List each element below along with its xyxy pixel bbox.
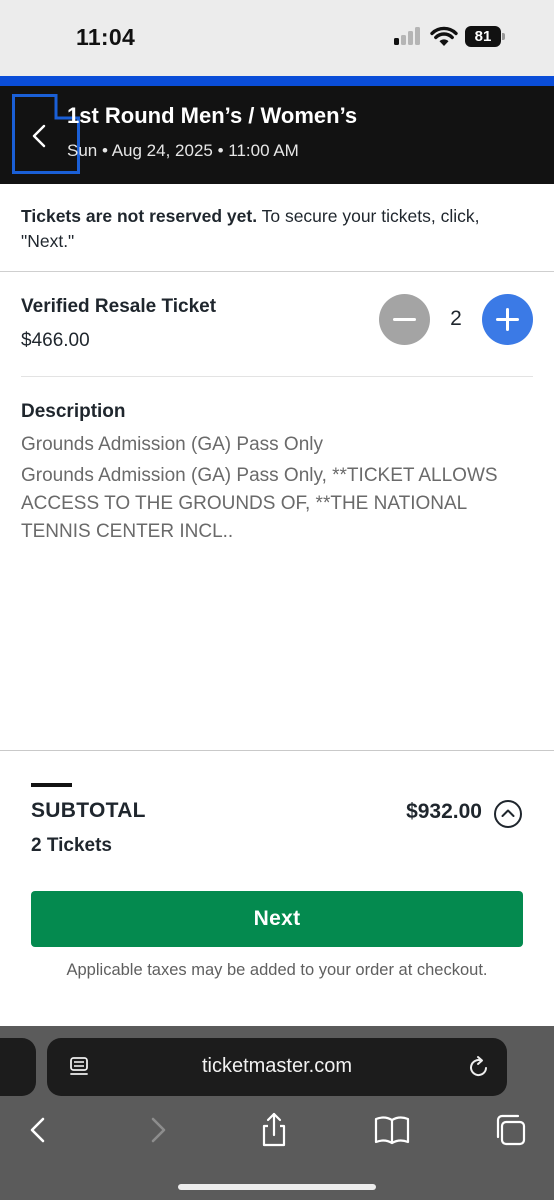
divider: [0, 271, 554, 272]
battery-level: 81: [465, 26, 501, 47]
ticket-price: $466.00: [21, 330, 90, 351]
reload-icon[interactable]: [467, 1054, 491, 1080]
forward-arrow-icon[interactable]: [138, 1110, 178, 1150]
chevron-up-circle-icon: [501, 809, 515, 817]
wifi-icon: [430, 26, 458, 46]
event-date: Sun • Aug 24, 2025 • 11:00 AM: [67, 141, 299, 160]
browser-nav-row: [0, 1110, 554, 1150]
description-heading: Description: [21, 401, 126, 422]
ticket-name: Verified Resale Ticket: [21, 296, 217, 317]
status-bar: 11:04 81: [0, 0, 554, 76]
tax-note: Applicable taxes may be added to your or…: [66, 961, 488, 979]
next-button[interactable]: Next: [31, 891, 523, 947]
cellular-signal-icon: [394, 27, 422, 45]
description-detail: Grounds Admission (GA) Pass Only, **TICK…: [21, 465, 498, 542]
ticket-count: 2 Tickets: [31, 835, 112, 856]
decrease-quantity-button[interactable]: [379, 294, 430, 345]
expand-subtotal-button[interactable]: [494, 800, 522, 828]
bookmarks-icon[interactable]: [372, 1110, 412, 1150]
quantity-value: 2: [450, 307, 462, 330]
battery-icon: 81: [465, 26, 505, 47]
increase-quantity-button[interactable]: [482, 294, 533, 345]
previous-tab[interactable]: [0, 1038, 36, 1096]
event-header: 1st Round Men’s / Women’s Sun • Aug 24, …: [0, 86, 554, 184]
description-line: Grounds Admission (GA) Pass Only: [21, 434, 323, 455]
address-bar[interactable]: ticketmaster.com: [47, 1038, 507, 1096]
subtotal-amount: $932.00: [406, 800, 482, 823]
footer-divider: [0, 750, 554, 751]
drag-handle[interactable]: [31, 783, 72, 787]
event-title: 1st Round Men’s / Women’s: [67, 103, 358, 128]
share-icon[interactable]: [254, 1110, 294, 1150]
home-indicator: [178, 1184, 376, 1190]
reservation-notice: Tickets are not reserved yet. To secure …: [21, 204, 533, 254]
subtotal-label: SUBTOTAL: [31, 799, 146, 822]
notice-bold-text: Tickets are not reserved yet.: [21, 206, 258, 226]
status-time: 11:04: [76, 24, 136, 50]
url-text: ticketmaster.com: [201, 1055, 353, 1077]
divider: [21, 376, 533, 377]
browser-toolbar: ticketmaster.com: [0, 1026, 554, 1200]
back-arrow-icon[interactable]: [18, 1110, 58, 1150]
brand-strip: [0, 76, 554, 86]
tabs-icon[interactable]: [490, 1110, 530, 1150]
chevron-left-icon: [32, 124, 46, 148]
reader-icon[interactable]: [67, 1055, 91, 1079]
